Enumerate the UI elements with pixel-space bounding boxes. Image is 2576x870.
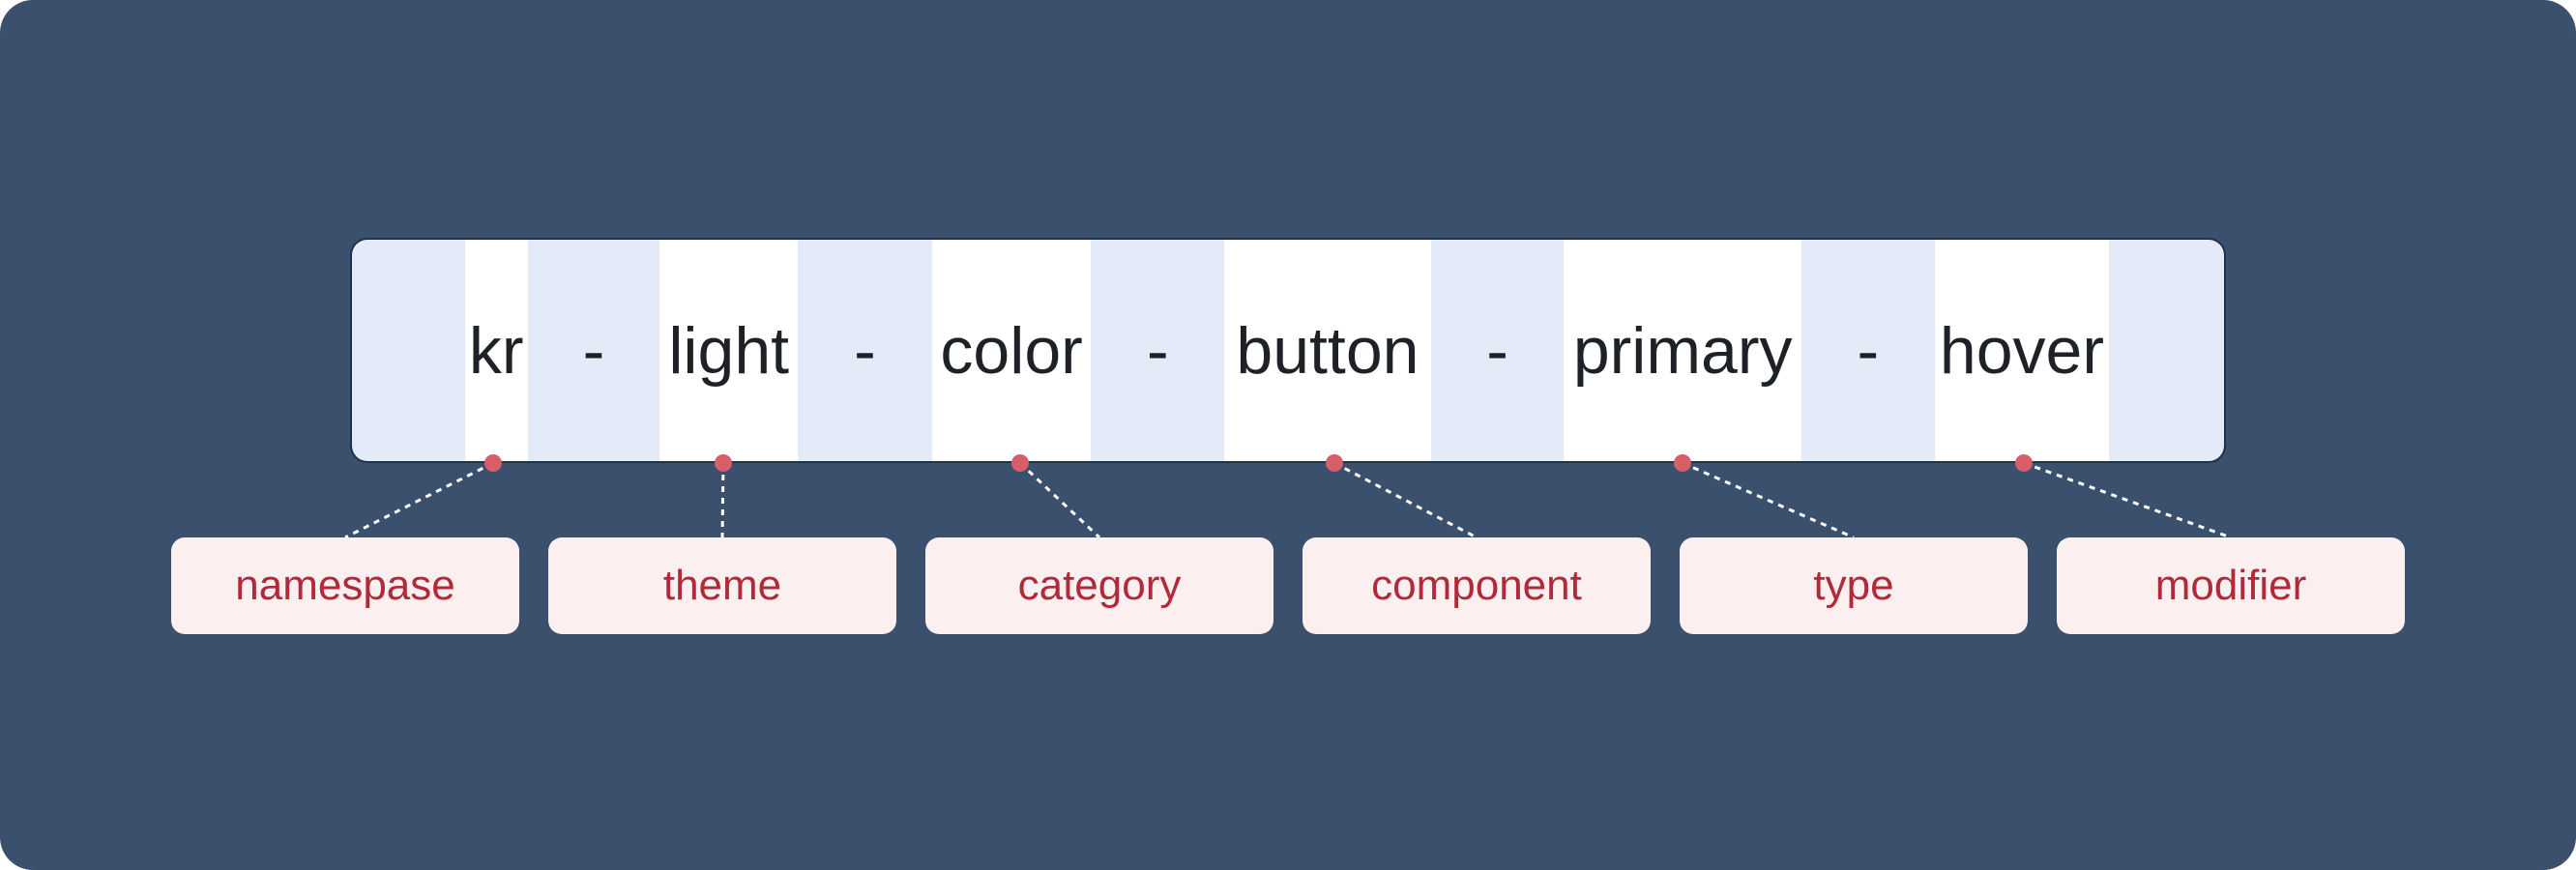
padding-segment [352, 240, 465, 461]
connector-namespase [344, 461, 494, 539]
connector-theme [720, 462, 725, 538]
connector-modifier [2023, 461, 2232, 539]
separator: - [1800, 240, 1935, 461]
label-theme: theme [548, 537, 896, 634]
label-namespase: namespase [171, 537, 519, 634]
segment-category: color [931, 240, 1092, 461]
padding-segment [2109, 240, 2224, 461]
label-category: category [925, 537, 1273, 634]
segment-modifier: hover [1934, 240, 2110, 461]
label-type: type [1680, 537, 2028, 634]
connector-category [1018, 461, 1101, 539]
segment-namespace: kr [464, 240, 528, 461]
anchor-dot [1674, 454, 1691, 472]
label-modifier: modifier [2057, 537, 2405, 634]
segment-theme: light [659, 240, 799, 461]
connector-component [1333, 461, 1478, 539]
connector-type [1682, 461, 1855, 539]
token-name-box: kr - light - color - button - primary - … [350, 238, 2226, 463]
separator: - [527, 240, 660, 461]
segment-component: button [1224, 240, 1431, 461]
label-component: component [1303, 537, 1651, 634]
anchor-dot [1011, 454, 1029, 472]
separator: - [1430, 240, 1565, 461]
separator: - [1091, 240, 1225, 461]
segment-type: primary [1564, 240, 1801, 461]
separator: - [798, 240, 932, 461]
anchor-dot [484, 454, 502, 472]
anchor-dot [2015, 454, 2033, 472]
anchor-dot [715, 454, 732, 472]
anchor-dot [1326, 454, 1343, 472]
